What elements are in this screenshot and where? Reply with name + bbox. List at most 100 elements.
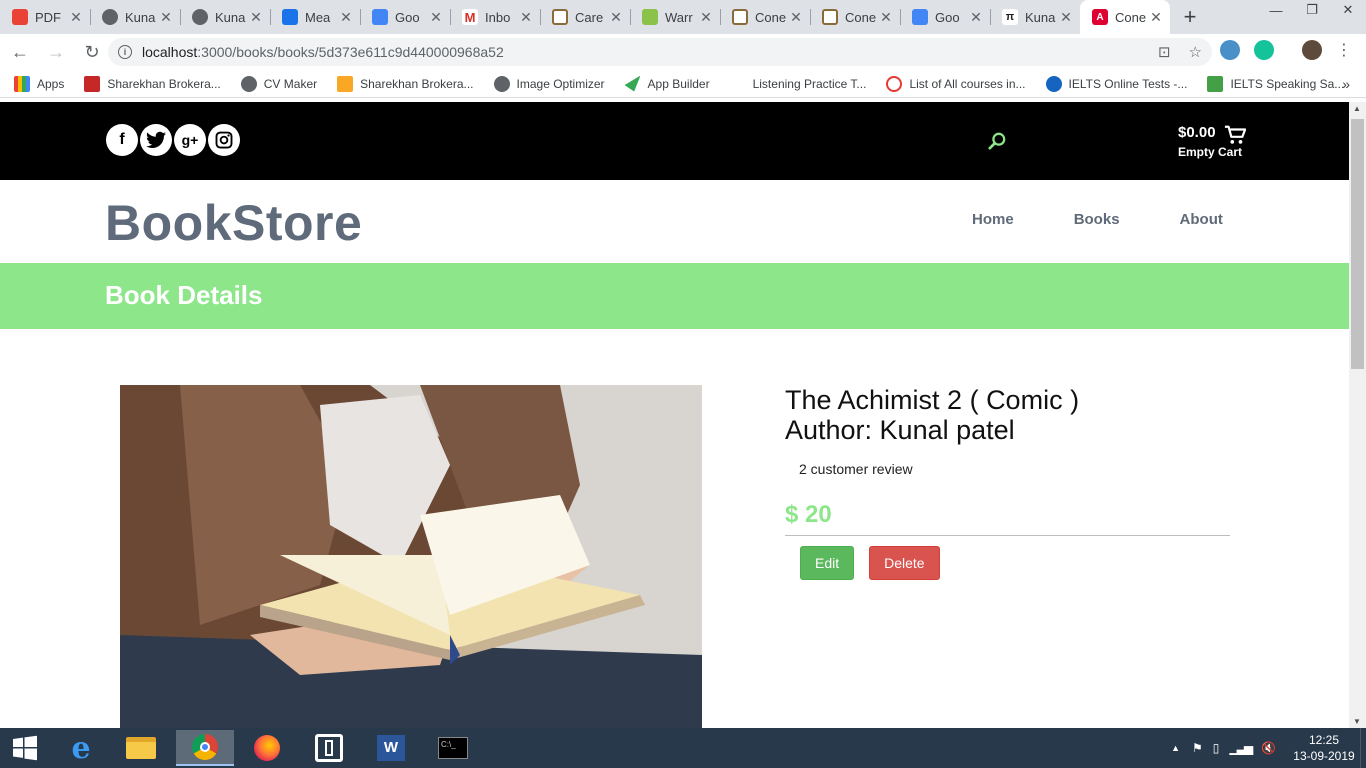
google-plus-icon[interactable]: g+: [174, 124, 206, 156]
extension-icon[interactable]: [1220, 40, 1240, 60]
bookmark-item[interactable]: Sharekhan Brokera...: [337, 75, 474, 92]
volume-muted-icon[interactable]: 🔇: [1261, 741, 1276, 755]
browser-tab[interactable]: Kuna ✕: [90, 0, 180, 34]
nav-books[interactable]: Books: [1074, 211, 1120, 228]
menu-icon[interactable]: ⋮: [1336, 40, 1352, 60]
signal-icon[interactable]: ▁▃▅: [1229, 741, 1253, 755]
star-icon[interactable]: ☆: [1189, 43, 1202, 61]
forward-button[interactable]: →: [40, 36, 72, 68]
browser-tab[interactable]: Kuna ✕: [180, 0, 270, 34]
bookmark-item[interactable]: CV Maker: [240, 75, 317, 92]
battery-icon[interactable]: ▯: [1213, 741, 1220, 755]
search-icon[interactable]: [988, 132, 1006, 150]
page-scrollbar[interactable]: ▲ ▼: [1349, 102, 1366, 728]
bookmark-item[interactable]: List of All courses in...: [886, 75, 1026, 92]
browser-tab-active[interactable]: A Cone ✕: [1080, 0, 1170, 34]
book-details: The Achimist 2 ( Comic ) Author: Kunal p…: [785, 385, 1230, 580]
restore-icon[interactable]: ❐: [1294, 0, 1330, 20]
close-icon[interactable]: ✕: [610, 9, 622, 26]
avatar[interactable]: [1302, 40, 1322, 60]
bookmark-favicon-icon: [84, 75, 101, 92]
scrollbar-thumb[interactable]: [1351, 119, 1364, 369]
start-button[interactable]: [0, 730, 50, 766]
code-editor-icon[interactable]: [300, 730, 358, 766]
close-icon[interactable]: ✕: [250, 9, 262, 26]
reload-button[interactable]: ↻: [76, 36, 108, 68]
browser-tab[interactable]: Goo ✕: [360, 0, 450, 34]
show-desktop-button[interactable]: [1360, 728, 1366, 768]
internet-explorer-icon[interactable]: e: [52, 730, 110, 766]
facebook-icon[interactable]: f: [106, 124, 138, 156]
bookmark-item[interactable]: Listening Practice T...: [729, 75, 866, 92]
back-button[interactable]: ←: [4, 36, 36, 68]
social-links: f g+: [106, 124, 240, 156]
clock[interactable]: 12:25 13-09-2019: [1288, 732, 1360, 764]
book-title: The Achimist 2 ( Comic ): [785, 385, 1080, 415]
tab-favicon-icon: [282, 9, 298, 25]
minimize-icon[interactable]: —: [1258, 0, 1294, 20]
chevron-right-icon[interactable]: »: [1342, 76, 1350, 92]
grammarly-icon[interactable]: [1254, 40, 1274, 60]
tab-favicon-icon: [552, 9, 568, 25]
scroll-down-icon[interactable]: ▼: [1353, 717, 1361, 726]
flag-icon[interactable]: ⚑: [1192, 741, 1203, 755]
globe-icon: [493, 75, 510, 92]
edit-button[interactable]: Edit: [800, 546, 855, 580]
browser-tab[interactable]: Cone ✕: [810, 0, 900, 34]
url-text[interactable]: localhost:3000/books/books/5d373e611c9d4…: [142, 44, 504, 60]
word-icon[interactable]: W: [362, 730, 420, 766]
angular-icon: A: [1092, 9, 1108, 25]
browser-tab[interactable]: Care ✕: [540, 0, 630, 34]
chrome-taskbar-icon[interactable]: [176, 730, 234, 766]
cart-widget[interactable]: $0.00 Empty Cart: [1178, 124, 1246, 159]
bookmark-item[interactable]: IELTS Speaking Sa...: [1207, 75, 1344, 92]
apps-grid-icon: [14, 75, 30, 92]
google-translate-icon: [372, 9, 388, 25]
firefox-icon[interactable]: [238, 730, 296, 766]
close-icon[interactable]: ✕: [700, 9, 712, 26]
new-tab-button[interactable]: +: [1170, 0, 1210, 34]
close-icon[interactable]: ✕: [970, 9, 982, 26]
close-icon[interactable]: ✕: [70, 9, 82, 26]
review-count[interactable]: 2 customer review: [799, 461, 1230, 477]
browser-tab[interactable]: Cone ✕: [720, 0, 810, 34]
bookmark-item[interactable]: Image Optimizer: [493, 75, 605, 92]
browser-tab[interactable]: Goo ✕: [900, 0, 990, 34]
gmail-icon: M: [462, 9, 478, 25]
close-icon[interactable]: ✕: [1150, 9, 1162, 26]
nav-about[interactable]: About: [1180, 211, 1223, 228]
twitter-icon[interactable]: [140, 124, 172, 156]
instagram-icon[interactable]: [208, 124, 240, 156]
browser-tab[interactable]: Mea ✕: [270, 0, 360, 34]
translate-icon[interactable]: ⊡: [1158, 43, 1171, 61]
delete-button[interactable]: Delete: [869, 546, 940, 580]
browser-tab[interactable]: PDF ✕: [0, 0, 90, 34]
browser-tab[interactable]: Warr ✕: [630, 0, 720, 34]
system-tray: ▲ ⚑ ▯ ▁▃▅ 🔇 12:25 13-09-2019: [1171, 728, 1366, 768]
close-icon[interactable]: ✕: [160, 9, 172, 26]
file-explorer-icon[interactable]: [112, 730, 170, 766]
globe-icon: [192, 9, 208, 25]
close-window-icon[interactable]: ✕: [1330, 0, 1366, 20]
bookmark-item[interactable]: Sharekhan Brokera...: [84, 75, 221, 92]
browser-tab[interactable]: M Inbo ✕: [450, 0, 540, 34]
bookmark-item[interactable]: IELTS Online Tests -...: [1045, 75, 1187, 92]
bookmark-favicon-icon: [337, 75, 354, 92]
close-icon[interactable]: ✕: [520, 9, 532, 26]
bookmark-apps[interactable]: Apps: [14, 75, 64, 92]
close-icon[interactable]: ✕: [430, 9, 442, 26]
extension-icons: ⋮: [1220, 40, 1352, 60]
close-icon[interactable]: ✕: [880, 9, 892, 26]
chevron-up-icon[interactable]: ▲: [1171, 743, 1180, 753]
browser-tab[interactable]: π Kuna ✕: [990, 0, 1080, 34]
bookmark-item[interactable]: App Builder: [624, 75, 710, 92]
close-icon[interactable]: ✕: [1060, 9, 1072, 26]
brand-logo[interactable]: BookStore: [105, 194, 362, 252]
close-icon[interactable]: ✕: [340, 9, 352, 26]
scroll-up-icon[interactable]: ▲: [1353, 104, 1361, 113]
nav-home[interactable]: Home: [972, 211, 1014, 228]
close-icon[interactable]: ✕: [790, 9, 802, 26]
info-icon[interactable]: i: [118, 45, 132, 59]
terminal-icon[interactable]: C:\_: [424, 730, 482, 766]
address-bar[interactable]: i localhost:3000/books/books/5d373e611c9…: [108, 38, 1212, 66]
